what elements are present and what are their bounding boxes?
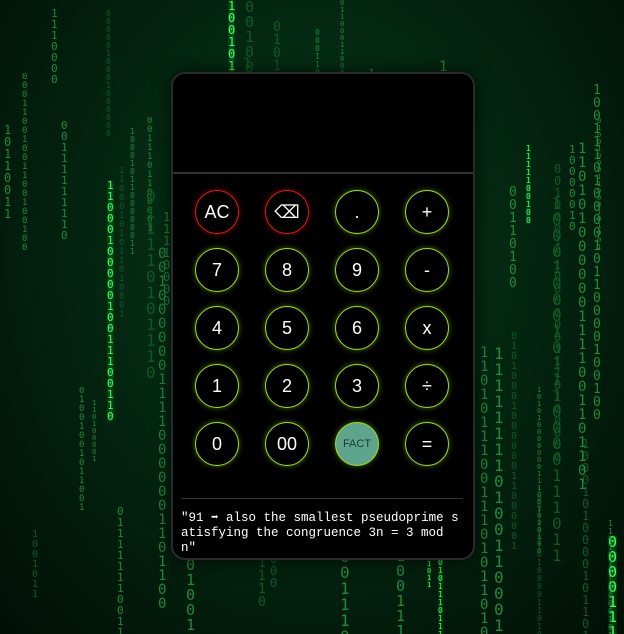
digit-9-button[interactable]: 9 <box>335 248 379 292</box>
matrix-rain-column: 1 0 0 0 1 0 1 1 0 0 0 0 0 0 1 1 <box>130 128 135 256</box>
matrix-rain-column: 1 0 0 0 1 0 0 0 1 0 1 1 1 0 0 0 0 1 1 1 … <box>552 196 562 564</box>
clear-button[interactable]: AC <box>195 190 239 234</box>
matrix-rain-column: 0 0 1 0 0 0 0 0 0 1 1 1 1 0 0 0 0 0 0 1 … <box>158 247 167 611</box>
matrix-rain-column: 1 1 0 1 0 1 0 0 0 0 0 0 1 1 1 1 0 0 1 1 … <box>578 142 587 492</box>
matrix-rain-column: 0 1 0 1 0 0 0 1 0 0 0 0 0 0 1 1 0 0 0 0 … <box>511 332 518 552</box>
matrix-rain-column: 0 0 1 1 1 1 1 1 1 1 0 <box>61 120 68 241</box>
matrix-rain-column: 0 1 0 0 1 0 0 0 1 1 0 0 0 1 0 1 0 0 1 <box>597 118 602 251</box>
digit-2-button[interactable]: 2 <box>265 364 309 408</box>
calculator-display <box>173 74 473 174</box>
matrix-rain-column: 1 0 1 0 1 0 0 0 0 0 0 0 1 1 1 0 0 1 0 1 … <box>537 387 542 555</box>
matrix-rain-column: 0 0 0 1 1 0 0 1 0 0 1 1 0 0 1 0 0 1 0 0 <box>22 73 28 253</box>
digit-8-button[interactable]: 8 <box>265 248 309 292</box>
matrix-rain-column: 1 1 0 0 0 1 0 0 0 0 0 1 0 0 1 1 1 0 0 1 … <box>107 180 114 422</box>
matrix-rain-column: 1 1 0 1 0 1 1 1 0 0 1 1 1 0 1 0 1 1 0 1 … <box>480 346 489 634</box>
add-button[interactable]: + <box>405 190 449 234</box>
matrix-rain-column: 0 1 1 1 1 1 1 1 0 0 1 1 1 0 1 1 1 0 1 1 … <box>117 506 124 634</box>
digit-6-button[interactable]: 6 <box>335 306 379 350</box>
matrix-rain-column: 0 1 0 0 1 0 0 1 0 1 1 0 0 1 <box>79 387 85 513</box>
matrix-rain-column: 0 0 0 0 0 1 0 0 0 1 0 0 0 0 0 0 <box>106 10 111 138</box>
matrix-rain-column: 0 0 1 1 0 1 0 0 <box>509 186 517 290</box>
decimal-point-button[interactable]: . <box>335 190 379 234</box>
matrix-rain-column: 1 0 1 1 0 0 1 1 <box>4 124 12 220</box>
fact-button[interactable]: FACT <box>335 422 379 466</box>
fact-text: "91 ➡ also the smallest pseudoprime sati… <box>181 498 463 556</box>
calculator: AC ⌫ . + 7 8 9 - 4 5 6 x 1 2 3 ÷ 0 00 FA… <box>171 72 475 560</box>
multiply-button[interactable]: x <box>405 306 449 350</box>
matrix-rain-column: 1 1 1 1 1 1 1 1 0 1 0 0 1 1 0 0 0 1 1 0 <box>494 346 504 634</box>
matrix-rain-column: 0 1 1 1 1 0 1 0 1 1 1 0 <box>146 189 156 381</box>
digit-3-button[interactable]: 3 <box>335 364 379 408</box>
matrix-rain-column: 1 0 0 0 0 0 1 0 <box>569 144 576 232</box>
digit-5-button[interactable]: 5 <box>265 306 309 350</box>
matrix-rain-column: 1 1 1 1 1 1 1 1 0 0 0 0 1 0 1 1 1 0 0 1 … <box>608 520 613 634</box>
equals-button[interactable]: = <box>405 422 449 466</box>
subtract-button[interactable]: - <box>405 248 449 292</box>
matrix-rain-column: 1 0 0 1 0 1 1 <box>32 530 39 600</box>
double-zero-button[interactable]: 00 <box>265 422 309 466</box>
matrix-rain-column: 1 1 0 0 0 1 0 1 0 1 1 0 1 0 0 0 1 <box>119 167 125 320</box>
digit-0-button[interactable]: 0 <box>195 422 239 466</box>
backspace-button[interactable]: ⌫ <box>265 190 309 234</box>
digit-1-button[interactable]: 1 <box>195 364 239 408</box>
matrix-rain-column: 1 1 1 1 1 0 0 1 0 0 <box>526 145 531 225</box>
matrix-rain-column: 1 1 1 0 0 0 0 <box>51 8 58 85</box>
matrix-rain-column: 1 1 0 1 0 0 0 0 1 <box>92 400 97 463</box>
digit-7-button[interactable]: 7 <box>195 248 239 292</box>
divide-button[interactable]: ÷ <box>405 364 449 408</box>
digit-4-button[interactable]: 4 <box>195 306 239 350</box>
